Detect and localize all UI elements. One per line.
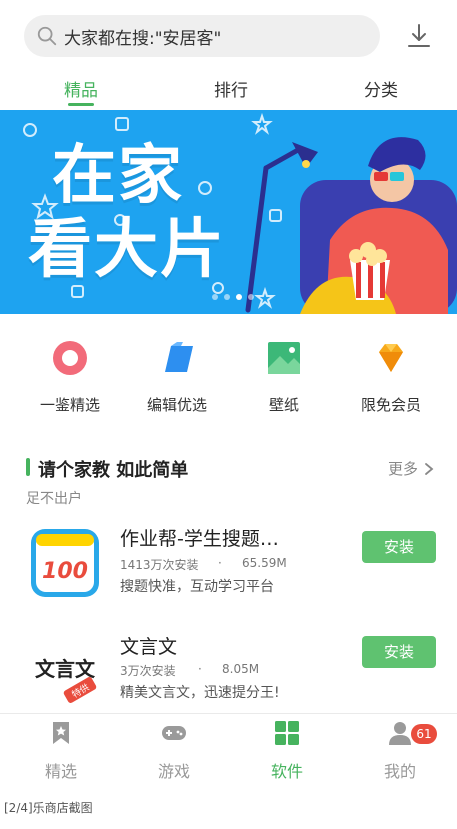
ring-icon xyxy=(53,341,87,375)
tab-featured[interactable]: 精品 xyxy=(41,76,121,101)
download-icon[interactable] xyxy=(405,22,433,50)
pagination-dot xyxy=(224,294,230,300)
nav-label: 精选 xyxy=(44,762,77,781)
app-icon-text: 文言文 xyxy=(35,657,96,681)
promo-banner[interactable]: 在家 看大片 xyxy=(0,110,457,314)
app-icon-zuoyebang[interactable]: 100 xyxy=(30,528,100,602)
tab-ranking[interactable]: 排行 xyxy=(191,76,271,101)
search-placeholder: 大家都在搜:"安居客" xyxy=(64,28,222,49)
meta-separator: · xyxy=(198,662,202,676)
app-icon-text: 100 xyxy=(42,559,88,584)
category-yijian[interactable]: 一鉴精选 xyxy=(20,338,120,415)
apps-grid-icon xyxy=(275,721,299,745)
more-label: 更多 xyxy=(388,460,419,478)
category-label: 限免会员 xyxy=(360,396,421,414)
section-subtitle: 足不出户 xyxy=(26,491,82,507)
app-size: 65.59M xyxy=(242,556,287,570)
category-editor[interactable]: 编辑优选 xyxy=(127,338,227,415)
diamond-icon xyxy=(379,344,403,372)
chevron-right-icon xyxy=(425,462,434,475)
pagination-dot xyxy=(212,294,218,300)
app-description: 搜题快准，互动学习平台 xyxy=(120,579,274,595)
app-name[interactable]: 文言文 xyxy=(120,632,177,659)
nav-mine[interactable]: 我的 xyxy=(345,720,455,782)
screenshot-caption: [2/4]乐商店截图 xyxy=(4,801,93,815)
nav-label: 软件 xyxy=(270,762,303,781)
user-icon xyxy=(389,722,411,745)
search-icon xyxy=(37,26,57,46)
meta-separator: · xyxy=(218,556,222,570)
section-accent-bar xyxy=(26,458,30,476)
category-label: 编辑优选 xyxy=(146,396,207,414)
banner-title-line2: 看大片 xyxy=(28,213,226,287)
pagination-dot xyxy=(248,294,254,300)
wallpaper-icon xyxy=(268,342,300,374)
nav-label: 我的 xyxy=(383,762,416,781)
nav-software[interactable]: 软件 xyxy=(232,720,342,782)
category-label: 壁纸 xyxy=(268,396,299,414)
nav-games[interactable]: 游戏 xyxy=(119,720,229,782)
wenyanwen-icon: 文言文 特供 xyxy=(31,637,99,705)
zuoyebang-icon: 100 xyxy=(31,529,99,597)
banner-title-line1: 在家 xyxy=(52,139,184,213)
nav-featured[interactable]: 精选 xyxy=(6,720,116,782)
nav-label: 游戏 xyxy=(157,762,190,781)
flag-icon xyxy=(165,342,193,372)
section-title: 请个家教 如此简单 xyxy=(38,460,189,481)
bookmark-star-icon xyxy=(53,722,69,744)
app-size: 8.05M xyxy=(222,662,260,676)
gamepad-icon xyxy=(162,726,186,740)
app-description: 精美文言文，迅速提分王! xyxy=(120,685,280,701)
app-downloads: 3万次安装 xyxy=(120,664,176,678)
app-downloads: 1413万次安装 xyxy=(120,558,199,572)
more-link[interactable]: 更多 xyxy=(388,458,436,479)
notification-badge: 61 xyxy=(411,724,437,744)
banner-pagination xyxy=(212,294,254,300)
category-label: 一鉴精选 xyxy=(39,396,100,414)
category-free-member[interactable]: 限免会员 xyxy=(341,338,441,415)
tab-category[interactable]: 分类 xyxy=(341,76,421,101)
search-bar[interactable]: 大家都在搜:"安居客" xyxy=(24,15,380,57)
app-name[interactable]: 作业帮-学生搜题… xyxy=(120,524,279,551)
install-button[interactable]: 安装 xyxy=(362,531,436,563)
pagination-dot-active xyxy=(236,294,242,300)
app-icon-wenyanwen[interactable]: 文言文 特供 xyxy=(30,636,100,710)
bottom-nav-divider xyxy=(0,713,457,714)
install-button[interactable]: 安装 xyxy=(362,636,436,668)
tab-indicator xyxy=(68,103,94,106)
category-wallpaper[interactable]: 壁纸 xyxy=(234,338,334,415)
